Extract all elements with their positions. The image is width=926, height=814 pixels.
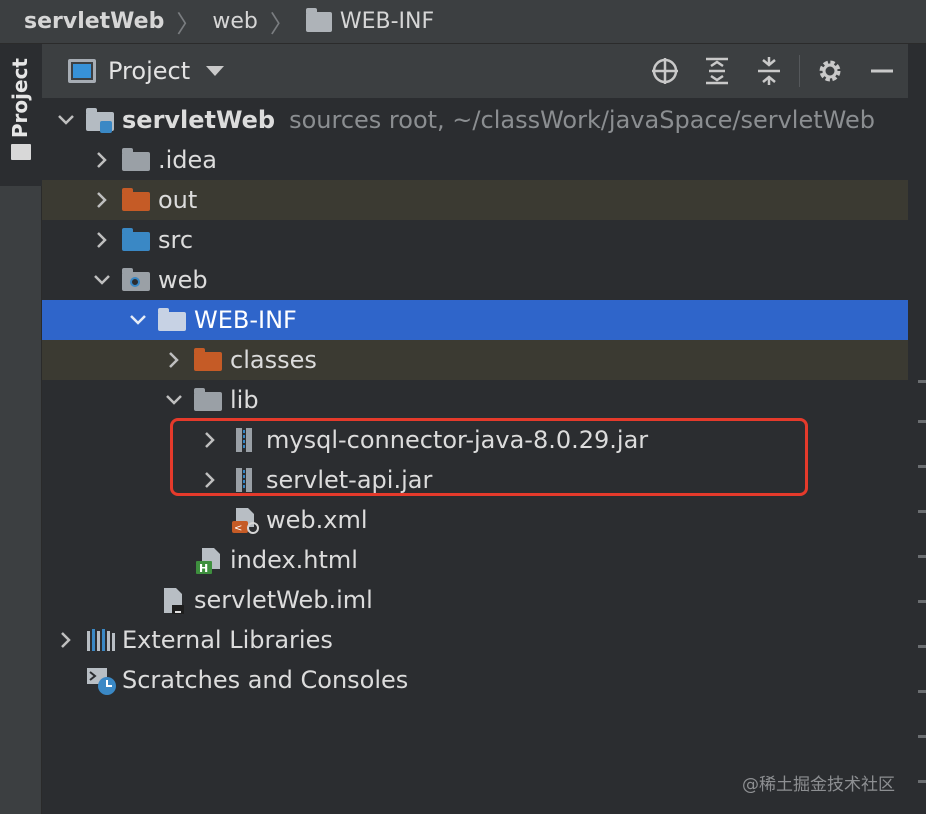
libraries-icon — [86, 627, 115, 653]
tree-item-label: index.html — [230, 546, 358, 574]
tree-item-scratches[interactable]: Scratches and Consoles — [42, 660, 908, 700]
html-file-icon: H — [194, 547, 222, 575]
breadcrumb-item-webinf[interactable]: WEB-INF — [305, 7, 435, 34]
excluded-folder-icon — [194, 347, 222, 373]
scratches-icon — [86, 667, 116, 695]
tree-item-label: src — [158, 226, 194, 254]
tree-item-external-libraries[interactable]: External Libraries — [42, 620, 908, 660]
folder-icon — [122, 147, 150, 173]
tree-item-label: classes — [230, 346, 317, 374]
iml-file-icon — [158, 587, 186, 614]
project-tool-tab-label: Project — [8, 58, 32, 139]
project-tool-tab[interactable]: Project — [0, 44, 42, 186]
tree-item-index-html[interactable]: H index.html — [42, 540, 908, 580]
chevron-right-icon[interactable] — [90, 188, 114, 212]
gutter-marks — [914, 370, 926, 810]
chevron-right-icon[interactable] — [90, 148, 114, 172]
collapse-all-icon[interactable] — [743, 44, 795, 98]
folder-icon — [158, 307, 186, 333]
header-divider — [799, 55, 800, 87]
header-actions — [639, 44, 908, 98]
web-folder-icon — [122, 267, 150, 293]
breadcrumb-separator-icon: 〉 — [269, 10, 294, 38]
breadcrumb: servletWeb 〉 web 〉 WEB-INF — [0, 0, 926, 44]
expand-all-icon[interactable] — [691, 44, 743, 98]
project-view-icon — [68, 59, 96, 83]
folder-icon — [194, 387, 222, 413]
watermark: @稀土掘金技术社区 — [742, 775, 895, 795]
chevron-down-icon[interactable] — [206, 66, 225, 76]
chevron-right-icon[interactable] — [162, 348, 186, 372]
tree-item-label: lib — [230, 386, 259, 414]
tree-item-label: External Libraries — [122, 626, 333, 654]
breadcrumb-separator-icon: 〉 — [176, 10, 201, 38]
project-view-selector[interactable]: Project — [108, 57, 190, 85]
chevron-down-icon[interactable] — [162, 388, 186, 412]
tree-item-classes[interactable]: classes — [42, 340, 908, 380]
chevron-right-icon[interactable] — [90, 228, 114, 252]
source-folder-icon — [122, 227, 150, 253]
tree-item-servletweb[interactable]: servletWeb sources root, ~/classWork/jav… — [42, 100, 908, 140]
tree-item-label: out — [158, 186, 198, 214]
tree-item-label: servletWeb — [122, 106, 276, 134]
tree-item-detail: sources root, ~/classWork/javaSpace/serv… — [289, 106, 875, 134]
gear-icon[interactable] — [804, 44, 856, 98]
project-panel-header: Project — [42, 44, 908, 98]
tree-item-idea[interactable]: .idea — [42, 140, 908, 180]
folder-icon — [305, 7, 332, 32]
tree-item-iml[interactable]: servletWeb.iml — [42, 580, 908, 620]
module-folder-icon — [86, 107, 114, 133]
tree-item-webinf[interactable]: WEB-INF — [42, 300, 908, 340]
svg-text:H: H — [199, 562, 208, 575]
highlight-box — [170, 418, 808, 496]
tree-item-out[interactable]: out — [42, 180, 908, 220]
tool-window-stripe: Project — [0, 44, 42, 814]
breadcrumb-item-label: WEB-INF — [339, 9, 435, 34]
svg-text:<: < — [234, 523, 242, 534]
tree-item-label: web.xml — [266, 506, 368, 534]
tree-item-lib[interactable]: lib — [42, 380, 908, 420]
excluded-folder-icon — [122, 187, 150, 213]
tree-item-label: Scratches and Consoles — [122, 666, 409, 694]
chevron-right-icon[interactable] — [54, 628, 78, 652]
xml-file-icon: < — [230, 507, 259, 534]
folder-icon — [11, 144, 31, 160]
minimize-icon[interactable] — [856, 44, 908, 98]
tree-item-label: .idea — [158, 146, 218, 174]
tree-item-label: web — [158, 266, 208, 294]
tree-item-web[interactable]: web — [42, 260, 908, 300]
chevron-down-icon[interactable] — [90, 268, 114, 292]
tree-item-src[interactable]: src — [42, 220, 908, 260]
chevron-down-icon[interactable] — [54, 108, 78, 132]
tree-item-label: servletWeb.iml — [194, 586, 373, 614]
tree-item-web-xml[interactable]: < web.xml — [42, 500, 908, 540]
breadcrumb-item-servletweb[interactable]: servletWeb — [24, 9, 164, 34]
breadcrumb-item-web[interactable]: web — [212, 9, 258, 34]
tree-item-label: WEB-INF — [194, 306, 297, 334]
chevron-down-icon[interactable] — [126, 308, 150, 332]
locate-icon[interactable] — [639, 44, 691, 98]
